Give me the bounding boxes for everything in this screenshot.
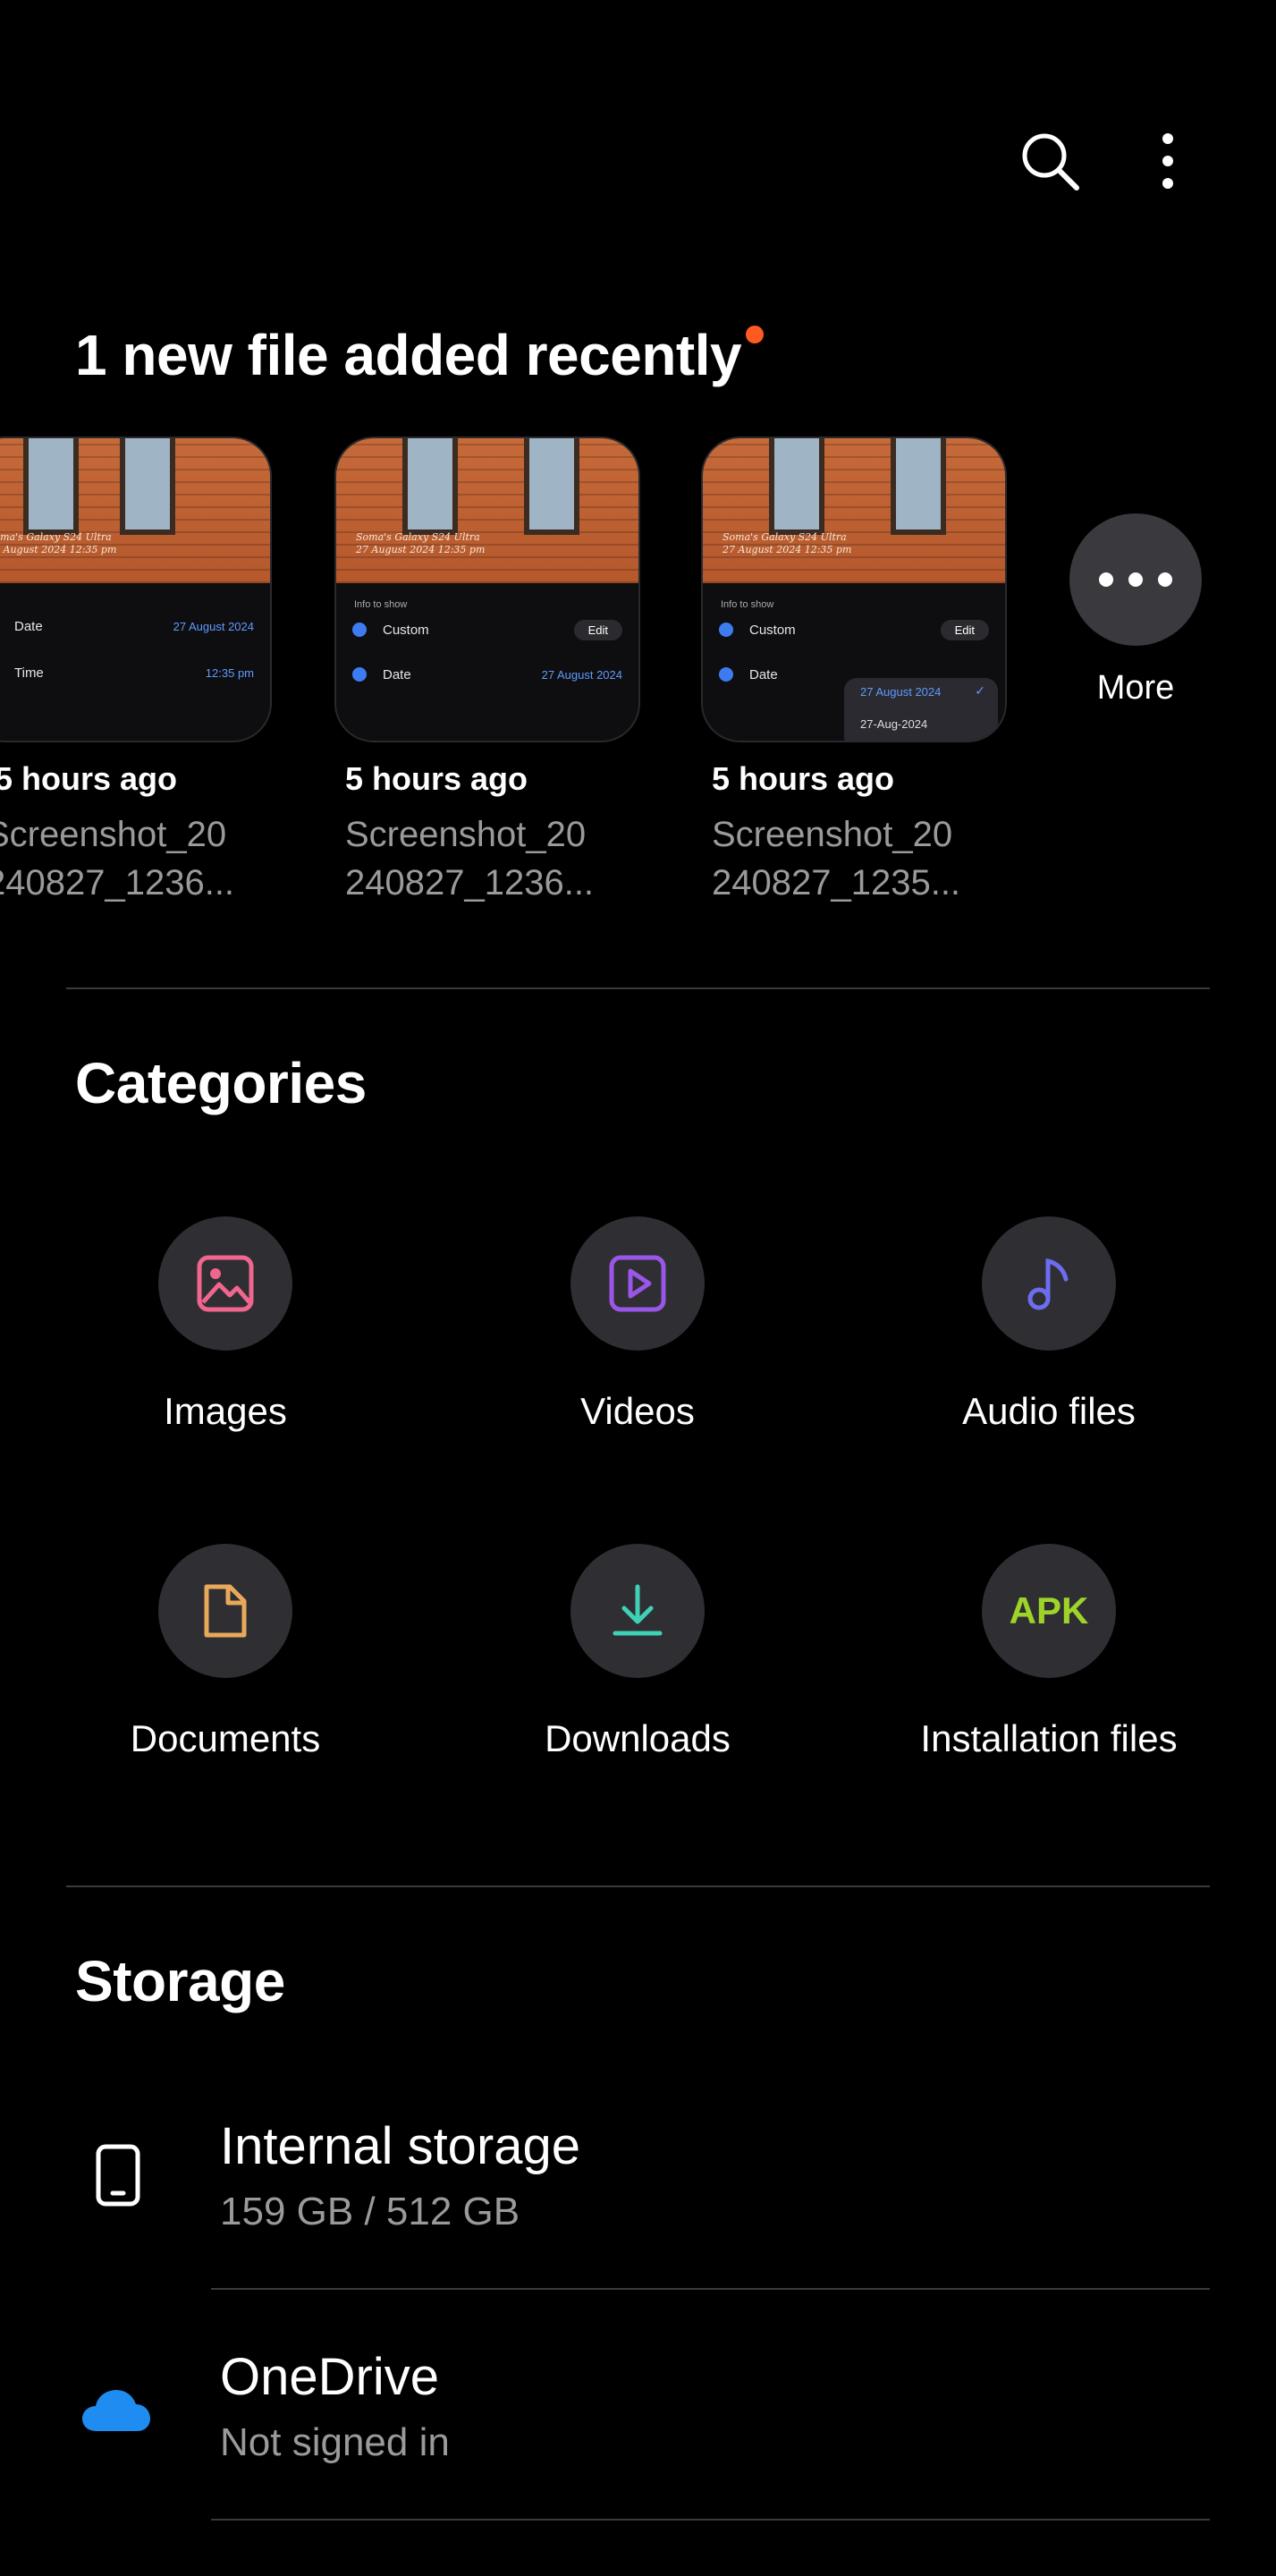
new-indicator-dot — [746, 326, 764, 343]
category-downloads[interactable]: Downloads — [441, 1544, 834, 1760]
storage-title: Storage — [75, 1949, 285, 2013]
apk-icon: APK — [1009, 1589, 1089, 1631]
more-recent-button[interactable] — [1069, 513, 1202, 646]
recent-file-thumbnail[interactable]: Soma's Galaxy S24 Ultra 27 August 2024 1… — [334, 436, 640, 742]
category-videos[interactable]: Videos — [441, 1216, 834, 1433]
storage-usage: 159 GB / 512 GB — [220, 2190, 520, 2233]
phone-icon — [96, 2144, 140, 2207]
divider — [66, 1885, 1210, 1887]
thumbnail-signature: Soma's Galaxy S24 Ultra 27 August 2024 1… — [356, 531, 486, 555]
category-audio-files[interactable]: Audio files — [852, 1216, 1246, 1433]
storage-title-onedrive: OneDrive — [220, 2348, 439, 2406]
thumbnail-signature: Soma's Galaxy S24 Ultra 27 August 2024 1… — [0, 531, 117, 555]
search-icon — [1022, 133, 1079, 191]
music-note-icon — [1027, 1258, 1069, 1310]
cloud-icon — [82, 2390, 150, 2431]
more-options-button[interactable] — [1132, 125, 1204, 197]
thumbnail-dropdown: 27 August 2024 ✓ 27-Aug-2024 — [844, 678, 998, 741]
image-icon — [197, 1255, 254, 1312]
more-vertical-icon — [1162, 133, 1173, 189]
category-images[interactable]: Images — [29, 1216, 422, 1433]
divider — [66, 987, 1210, 989]
document-icon — [204, 1584, 247, 1638]
recent-files-title: 1 new file added recently — [75, 323, 742, 387]
recent-file-thumbnail[interactable]: Soma's Galaxy S24 Ultra 27 August 2024 1… — [0, 436, 272, 742]
storage-internal[interactable]: Internal storage 159 GB / 512 GB — [0, 2093, 1276, 2272]
divider — [211, 2288, 1210, 2290]
divider — [211, 2519, 1210, 2521]
category-documents[interactable]: Documents — [29, 1544, 422, 1760]
onedrive-status: Not signed in — [220, 2420, 450, 2464]
recent-file-name: Screenshot_20 240827_1236... — [345, 815, 595, 902]
recent-file-time: 5 hours ago — [0, 760, 178, 797]
recent-file-time: 5 hours ago — [345, 760, 528, 797]
thumbnail-signature: Soma's Galaxy S24 Ultra 27 August 2024 1… — [723, 531, 852, 555]
recent-file-thumbnail[interactable]: Soma's Galaxy S24 Ultra 27 August 2024 1… — [701, 436, 1007, 742]
download-icon — [613, 1584, 663, 1636]
search-button[interactable] — [1014, 125, 1086, 197]
categories-title: Categories — [75, 1051, 367, 1115]
recent-file-time: 5 hours ago — [712, 760, 895, 797]
more-label: More — [1096, 669, 1175, 707]
storage-onedrive[interactable]: OneDrive Not signed in — [0, 2324, 1276, 2503]
recent-file-name: Screenshot_20 240827_1236... — [0, 815, 235, 902]
more-horizontal-icon — [1099, 572, 1172, 587]
category-installation-files[interactable]: APK Installation files — [852, 1544, 1246, 1760]
recent-file-name: Screenshot_20 240827_1235... — [712, 815, 961, 902]
storage-title-internal: Internal storage — [220, 2117, 581, 2175]
video-icon — [609, 1255, 666, 1312]
